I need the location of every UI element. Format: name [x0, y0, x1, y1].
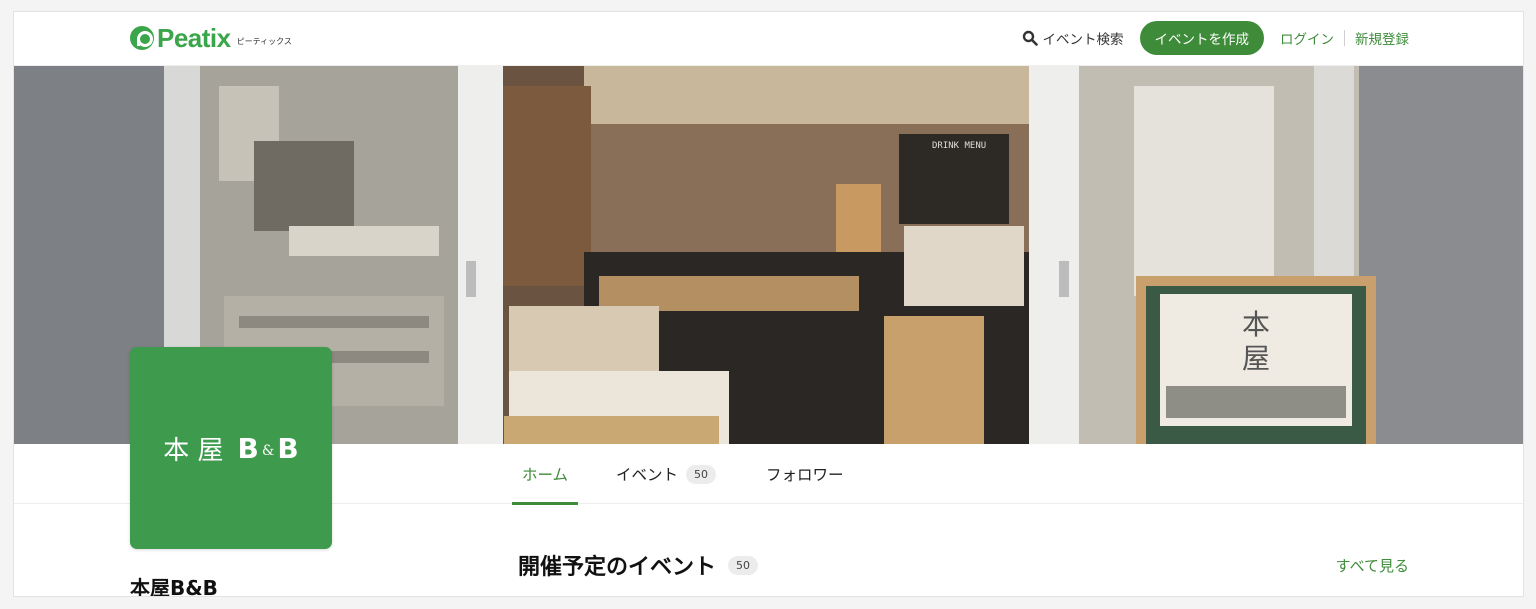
tab-home-label: ホーム: [522, 466, 569, 484]
page-frame: Peatix ピーティックス イベント検索 イベントを作成 ログイン 新規登録: [13, 11, 1524, 597]
event-search-link[interactable]: イベント検索: [1022, 28, 1124, 48]
search-icon: [1022, 30, 1038, 46]
event-search-label: イベント検索: [1042, 32, 1124, 48]
tab-home[interactable]: ホーム: [511, 444, 579, 505]
logo-text-b1: B: [237, 431, 259, 465]
tab-followers-label: フォロワー: [766, 466, 844, 484]
section-title-text: 開催予定のイベント: [518, 555, 717, 580]
upcoming-events-heading: 開催予定のイベント 50: [518, 549, 759, 581]
logo-wordmark: Peatix: [157, 23, 231, 53]
upcoming-count-badge: 50: [728, 555, 759, 575]
peatix-p-icon: [130, 26, 154, 50]
sign-char-2: 屋: [1242, 342, 1270, 375]
see-all-link[interactable]: すべて見る: [1336, 555, 1409, 576]
logo-text-amp: &: [261, 443, 275, 459]
drink-menu-text: DRINK MENU: [932, 141, 986, 151]
organizer-name: 本屋B&B: [130, 576, 218, 597]
tab-events-label: イベント: [616, 466, 679, 484]
tab-events[interactable]: イベント 50: [616, 444, 717, 504]
create-event-button[interactable]: イベントを作成: [1139, 21, 1264, 55]
signup-link[interactable]: 新規登録: [1355, 28, 1409, 48]
logo-text-left: 本 屋: [163, 435, 224, 466]
logo-text-b2: B: [277, 431, 299, 465]
organizer-logo: 本 屋 B & B: [130, 347, 332, 549]
tab-followers[interactable]: フォロワー: [766, 444, 844, 504]
login-link[interactable]: ログイン: [1280, 28, 1334, 48]
events-count-badge: 50: [686, 464, 717, 484]
peatix-logo[interactable]: Peatix ピーティックス: [130, 24, 292, 52]
logo-kana: ピーティックス: [236, 36, 292, 46]
nav-divider: [1344, 30, 1345, 46]
top-navigation-bar: Peatix ピーティックス イベント検索 イベントを作成 ログイン 新規登録: [14, 12, 1523, 66]
sign-char-1: 本: [1242, 308, 1270, 341]
header-actions: イベント検索 イベントを作成 ログイン 新規登録: [1022, 21, 1409, 55]
